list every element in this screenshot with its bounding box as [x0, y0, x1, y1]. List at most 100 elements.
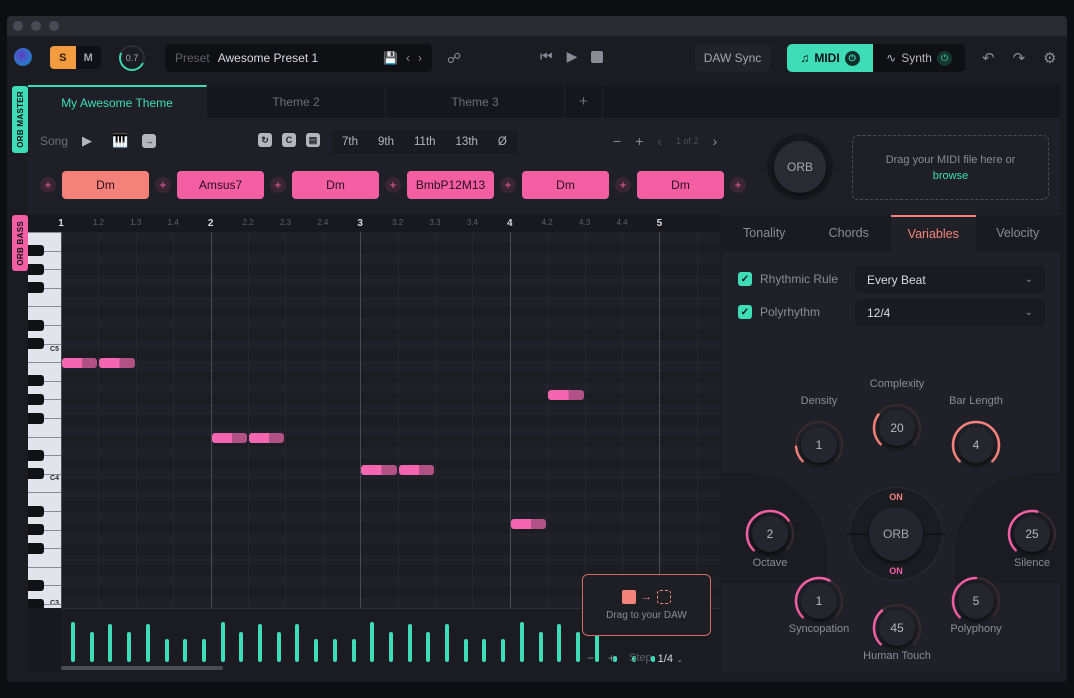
chord-block[interactable]: Dm — [637, 171, 724, 199]
black-key[interactable] — [28, 542, 44, 554]
chord-block[interactable]: Dm — [62, 171, 149, 199]
white-key[interactable] — [28, 566, 61, 568]
velocity-bar[interactable] — [183, 638, 188, 662]
midi-note[interactable] — [62, 357, 98, 368]
insert-chord-button[interactable]: + — [500, 177, 516, 193]
black-key[interactable] — [28, 412, 44, 424]
daw-sync-button[interactable]: DAW Sync — [695, 44, 770, 72]
insert-chord-button[interactable]: + — [730, 177, 746, 193]
piano-icon[interactable]: 🎹 — [112, 133, 128, 149]
white-key[interactable] — [28, 232, 61, 233]
velocity-bar[interactable] — [71, 622, 75, 662]
syncopation-knob[interactable]: 1 — [794, 576, 844, 626]
zoom-in-icon[interactable]: + — [608, 651, 615, 665]
insert-chord-button[interactable]: + — [385, 177, 401, 193]
timeline-ruler[interactable]: 1 1.2 1.3 1.4 2 2.2 2.3 2.4 3 3.2 3.3 3.4 4 4.2 4.3 4.4… — [58, 215, 720, 232]
volume-knob[interactable]: 0.7 — [119, 45, 145, 71]
black-key[interactable] — [28, 375, 44, 387]
velocity-bar[interactable] — [501, 638, 506, 662]
next-page-icon[interactable]: › — [713, 133, 718, 149]
prev-preset-icon[interactable]: ‹ — [406, 51, 410, 65]
synth-button[interactable]: ∿ Synth ⏻ — [873, 44, 965, 72]
midi-note[interactable] — [361, 465, 397, 476]
link-icon[interactable]: ☍ — [447, 50, 461, 67]
synth-power-icon[interactable]: ⏻ — [936, 50, 952, 66]
ext-11th-button[interactable]: 11th — [404, 130, 446, 154]
orb-master-tag[interactable]: ORB MASTER — [12, 86, 28, 153]
velocity-bar[interactable] — [370, 622, 375, 662]
black-key[interactable] — [28, 579, 44, 591]
chord-c7-icon[interactable]: C — [282, 133, 296, 147]
polyrhythm-checkbox[interactable]: ✓ — [738, 305, 752, 319]
insert-chord-button[interactable]: + — [270, 177, 286, 193]
midi-power-icon[interactable]: ⏻ — [844, 50, 860, 66]
midi-note[interactable] — [249, 433, 285, 444]
chord-block[interactable]: Dm — [292, 171, 379, 199]
velocity-bar[interactable] — [295, 624, 300, 662]
save-icon[interactable]: 💾 — [383, 51, 398, 65]
prev-page-icon[interactable]: ‹ — [657, 133, 662, 149]
add-theme-button[interactable]: + — [565, 85, 603, 118]
velocity-bar[interactable] — [445, 624, 449, 662]
black-key[interactable] — [28, 393, 44, 405]
tab-theme-1[interactable]: My Awesome Theme — [28, 85, 207, 118]
velocity-bar[interactable] — [145, 624, 150, 662]
velocity-bar[interactable] — [314, 638, 319, 662]
maximize-window-button[interactable] — [49, 21, 59, 31]
rhythmic-rule-select[interactable]: Every Beat ⌄ — [855, 266, 1045, 293]
black-key[interactable] — [28, 319, 44, 331]
remove-chord-icon[interactable]: − — [613, 133, 621, 149]
velocity-bar[interactable] — [407, 624, 412, 662]
add-chord-icon[interactable]: + — [635, 133, 643, 149]
note-grid[interactable] — [61, 232, 720, 608]
velocity-bar[interactable] — [127, 631, 132, 662]
velocity-bar[interactable] — [351, 638, 356, 662]
orb-toggle-wheel[interactable]: ON ORB ON — [847, 487, 945, 581]
play-icon[interactable]: ▶ — [567, 48, 578, 65]
complexity-knob[interactable]: 20 — [872, 403, 922, 453]
velocity-bar[interactable] — [463, 638, 468, 662]
velocity-bar[interactable] — [220, 622, 225, 662]
polyphony-knob[interactable]: 5 — [951, 576, 1001, 626]
black-key[interactable] — [28, 282, 44, 294]
tab-variables[interactable]: Variables — [891, 215, 976, 251]
velocity-bar[interactable] — [258, 624, 262, 662]
white-key[interactable] — [28, 306, 61, 308]
velocity-bar[interactable] — [557, 624, 562, 662]
ext-13th-button[interactable]: 13th — [446, 130, 488, 154]
stop-icon[interactable] — [591, 50, 604, 63]
velocity-bar[interactable] — [332, 638, 337, 662]
velocity-bar[interactable] — [276, 631, 281, 662]
octave-knob[interactable]: 2 — [745, 509, 795, 559]
midi-note[interactable] — [548, 390, 584, 401]
velocity-bar[interactable] — [519, 622, 524, 662]
skip-back-icon[interactable]: ⏮ — [540, 48, 553, 65]
on-indicator-top[interactable]: ON — [889, 492, 903, 502]
black-key[interactable] — [28, 505, 44, 517]
velocity-bar[interactable] — [89, 631, 94, 662]
keyboard-layout-icon[interactable]: ▤ — [306, 133, 320, 147]
velocity-bar[interactable] — [108, 624, 113, 662]
midi-note[interactable] — [510, 519, 547, 530]
midi-drop-zone[interactable]: Drag your MIDI file here or browse — [852, 135, 1049, 200]
tab-theme-2[interactable]: Theme 2 — [207, 85, 386, 118]
density-knob[interactable]: 1 — [794, 420, 844, 470]
ext-9th-button[interactable]: 9th — [368, 130, 404, 154]
tab-theme-3[interactable]: Theme 3 — [386, 85, 565, 118]
white-key[interactable] — [28, 492, 61, 494]
settings-gear-icon[interactable]: ⚙ — [1043, 49, 1056, 67]
black-key[interactable] — [28, 598, 44, 608]
rhythmic-rule-checkbox[interactable]: ✓ — [738, 272, 752, 286]
solo-button[interactable]: S — [50, 46, 76, 69]
black-key[interactable] — [28, 263, 44, 275]
insert-chord-button[interactable]: + — [40, 177, 56, 193]
minimize-window-button[interactable] — [31, 21, 41, 31]
browse-link[interactable]: browse — [933, 170, 968, 182]
ext-7th-button[interactable]: 7th — [332, 130, 368, 154]
tab-velocity[interactable]: Velocity — [976, 215, 1061, 251]
black-key[interactable] — [28, 468, 44, 480]
ext-none-button[interactable]: Ø — [488, 130, 517, 154]
velocity-bar[interactable] — [538, 631, 543, 662]
redo-icon[interactable]: ↷ — [1013, 49, 1026, 67]
insert-chord-button[interactable]: + — [615, 177, 631, 193]
